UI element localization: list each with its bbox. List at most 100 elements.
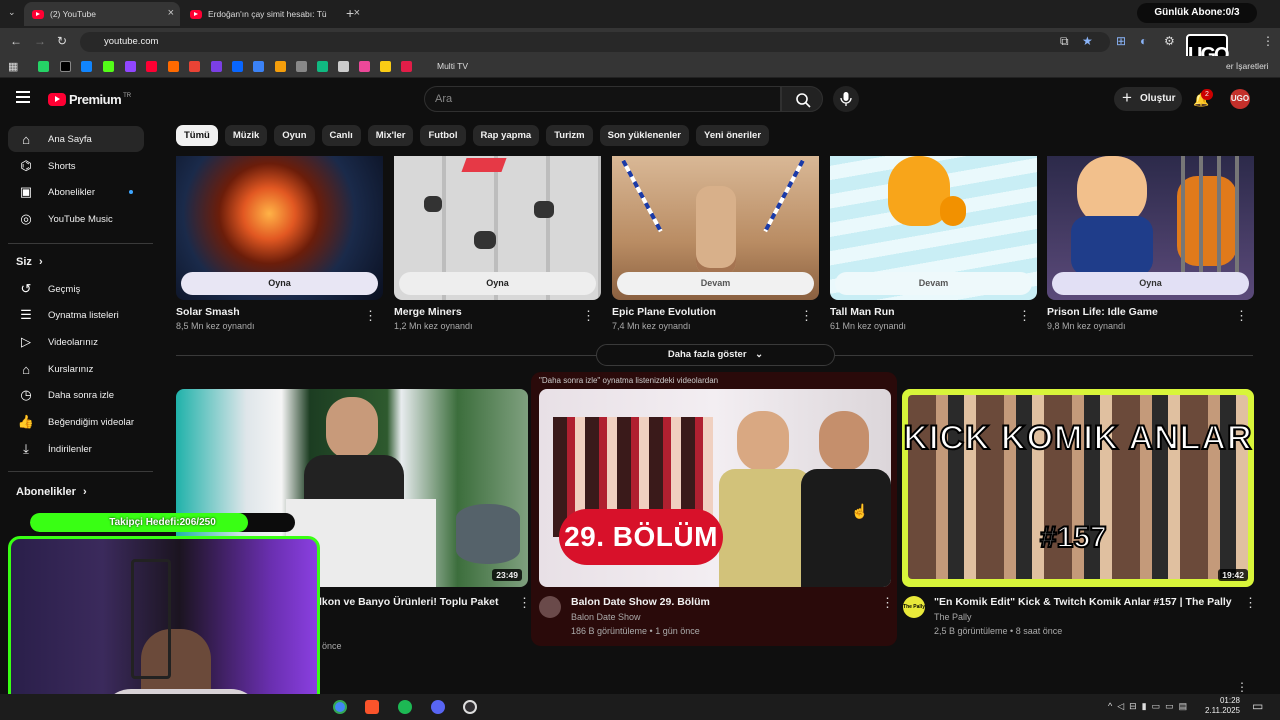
- account-avatar[interactable]: UGO: [1230, 89, 1250, 109]
- video-thumbnail[interactable]: KICK KOMIK ANLAR #157 19:42: [902, 389, 1254, 587]
- more-options-icon[interactable]: ⋮: [1244, 595, 1257, 611]
- bookmark-flask-icon[interactable]: [338, 61, 349, 72]
- system-tray-icons[interactable]: ^◁⊟▮▭▭▤: [1108, 701, 1192, 712]
- notifications-icon[interactable]: ▭: [1252, 699, 1263, 713]
- sidebar-item-youtube-music[interactable]: ◎ YouTube Music: [8, 206, 144, 232]
- search-input[interactable]: Ara: [424, 86, 781, 112]
- game-thumbnail[interactable]: Devam: [830, 156, 1037, 300]
- channel-name[interactable]: Balon Date Show: [571, 612, 641, 622]
- hamburger-menu-icon[interactable]: [16, 91, 30, 103]
- url-bar[interactable]: youtube.com: [80, 32, 1110, 52]
- game-card[interactable]: Oyna Solar Smash 8,5 Mn kez oynandı ⋮: [176, 156, 383, 331]
- play-button[interactable]: Oyna: [399, 272, 596, 295]
- video-title[interactable]: Balon Date Show 29. Bölüm: [571, 596, 710, 608]
- sidebar-item-liked-videos[interactable]: 👍 Beğendiğim videolar: [8, 409, 144, 435]
- puzzle-icon[interactable]: ⚙: [1164, 34, 1175, 48]
- close-icon[interactable]: ×: [168, 7, 174, 19]
- chip-music[interactable]: Müzik: [224, 125, 268, 146]
- channel-avatar[interactable]: The Pally: [903, 596, 925, 618]
- more-options-icon[interactable]: ⋮: [1018, 308, 1031, 324]
- video-title[interactable]: lkon ve Banyo Ürünleri! Toplu Paket: [319, 596, 499, 608]
- sidebar-item-your-videos[interactable]: ▷ Videolarınız: [8, 329, 144, 355]
- play-button[interactable]: Oyna: [1052, 272, 1249, 295]
- game-card[interactable]: Oyna Merge Miners 1,2 Mn kez oynandı ⋮: [394, 156, 601, 331]
- channel-name[interactable]: The Pally: [934, 612, 972, 622]
- section-subscriptions-heading[interactable]: Abonelikler ›: [16, 486, 87, 498]
- bookmark-chatgpt-icon[interactable]: [296, 61, 307, 72]
- more-options-icon[interactable]: ⋮: [364, 308, 377, 324]
- bookmark-purple-icon[interactable]: [211, 61, 222, 72]
- sidebar-item-courses[interactable]: ⌂ Kurslarınız: [8, 356, 144, 382]
- create-button[interactable]: Oluştur: [1114, 86, 1182, 111]
- sidebar-item-shorts[interactable]: ⌬ Shorts: [8, 153, 144, 179]
- new-tab-icon[interactable]: +: [346, 5, 354, 21]
- bookmark-e-icon[interactable]: [168, 61, 179, 72]
- bookmark-bluesky-icon[interactable]: [81, 61, 92, 72]
- bookmark-v-icon[interactable]: [380, 61, 391, 72]
- chip-mixes[interactable]: Mix'ler: [367, 125, 414, 146]
- video-card[interactable]: KICK KOMIK ANLAR #157 19:42 The Pally "E…: [902, 389, 1257, 636]
- game-title[interactable]: Prison Life: Idle Game: [1047, 306, 1254, 318]
- chip-tourism[interactable]: Turizm: [546, 125, 593, 146]
- other-bookmarks[interactable]: er İşaretleri: [1226, 61, 1269, 71]
- sidebar-item-home[interactable]: ⌂ Ana Sayfa: [8, 126, 144, 152]
- more-options-icon[interactable]: ⋮: [881, 595, 894, 611]
- menu-dots-icon[interactable]: ⋮: [1262, 34, 1274, 48]
- bookmark-x-icon[interactable]: [60, 61, 71, 72]
- game-card[interactable]: Oyna Prison Life: Idle Game 9,8 Mn kez o…: [1047, 156, 1254, 331]
- game-title[interactable]: Merge Miners: [394, 306, 601, 318]
- obs-icon[interactable]: [463, 700, 477, 714]
- play-button[interactable]: Oyna: [181, 272, 378, 295]
- taskbar-clock[interactable]: 01:28 2.11.2025: [1202, 696, 1240, 716]
- browser-tab-youtube[interactable]: (2) YouTube ×: [24, 2, 180, 26]
- video-thumbnail[interactable]: 29. BÖLÜM ☝: [539, 389, 891, 587]
- show-more-button[interactable]: Daha fazla göster ⌄: [596, 344, 835, 366]
- more-options-icon[interactable]: ⋮: [582, 308, 595, 324]
- apps-grid-icon[interactable]: ▦: [8, 60, 18, 73]
- bookmark-green-icon[interactable]: [317, 61, 328, 72]
- sidebar-item-watch-later[interactable]: ◷ Daha sonra izle: [8, 382, 144, 408]
- star-icon[interactable]: ★: [1082, 34, 1093, 48]
- bookmark-gmail-icon[interactable]: [189, 61, 200, 72]
- browser-tab-news[interactable]: Erdoğan'ın çay simit hesabı: Tü ×: [182, 2, 360, 26]
- forward-icon[interactable]: →: [34, 34, 46, 48]
- sidebar-item-subscriptions[interactable]: ▣ Abonelikler: [8, 179, 144, 205]
- game-thumbnail[interactable]: Oyna: [176, 156, 383, 300]
- game-card[interactable]: Devam Epic Plane Evolution 7,4 Mn kez oy…: [612, 156, 819, 331]
- youtube-premium-logo[interactable]: Premium TR: [48, 92, 131, 107]
- chip-new-to-you[interactable]: Yeni öneriler: [696, 125, 770, 146]
- game-thumbnail[interactable]: Oyna: [1047, 156, 1254, 300]
- game-title[interactable]: Solar Smash: [176, 306, 383, 318]
- discord-icon[interactable]: [431, 700, 445, 714]
- bookmark-blue-icon[interactable]: [253, 61, 264, 72]
- game-card[interactable]: Devam Tall Man Run 61 Mn kez oynandı ⋮: [830, 156, 1037, 331]
- bookmark-kick-icon[interactable]: [103, 61, 114, 72]
- continue-button[interactable]: Devam: [617, 272, 814, 295]
- bookmark-meta-icon[interactable]: [232, 61, 243, 72]
- game-thumbnail[interactable]: Devam: [612, 156, 819, 300]
- sidebar-item-playlists[interactable]: ☰ Oynatma listeleri: [8, 302, 144, 328]
- reload-icon[interactable]: ↻: [57, 34, 67, 48]
- close-icon[interactable]: ×: [354, 7, 360, 19]
- channel-avatar[interactable]: [539, 596, 561, 618]
- chrome-icon[interactable]: [333, 700, 347, 714]
- game-title[interactable]: Epic Plane Evolution: [612, 306, 819, 318]
- brave-icon[interactable]: [365, 700, 379, 714]
- more-options-icon[interactable]: ⋮: [1235, 308, 1248, 324]
- bookmark-youtube-icon[interactable]: [146, 61, 157, 72]
- bookmark-bi-icon[interactable]: [401, 61, 412, 72]
- chip-all[interactable]: Tümü: [176, 125, 218, 146]
- video-card[interactable]: 29. BÖLÜM ☝ Balon Date Show 29. Bölüm Ba…: [539, 389, 894, 636]
- continue-button[interactable]: Devam: [835, 272, 1032, 295]
- chip-live[interactable]: Canlı: [321, 125, 361, 146]
- chip-recently-uploaded[interactable]: Son yüklenenler: [599, 125, 690, 146]
- back-icon[interactable]: ←: [10, 34, 22, 48]
- more-options-icon[interactable]: ⋮: [1236, 680, 1248, 694]
- voice-search-button[interactable]: [833, 86, 859, 112]
- chip-gaming[interactable]: Oyun: [274, 125, 315, 146]
- bookmark-sun-icon[interactable]: [275, 61, 286, 72]
- translate-icon[interactable]: ⊞: [1116, 34, 1126, 48]
- chip-football[interactable]: Futbol: [420, 125, 466, 146]
- sidebar-item-downloads[interactable]: ⤓ İndirilenler: [8, 436, 144, 462]
- video-title[interactable]: "En Komik Edit" Kick & Twitch Komik Anla…: [934, 596, 1232, 608]
